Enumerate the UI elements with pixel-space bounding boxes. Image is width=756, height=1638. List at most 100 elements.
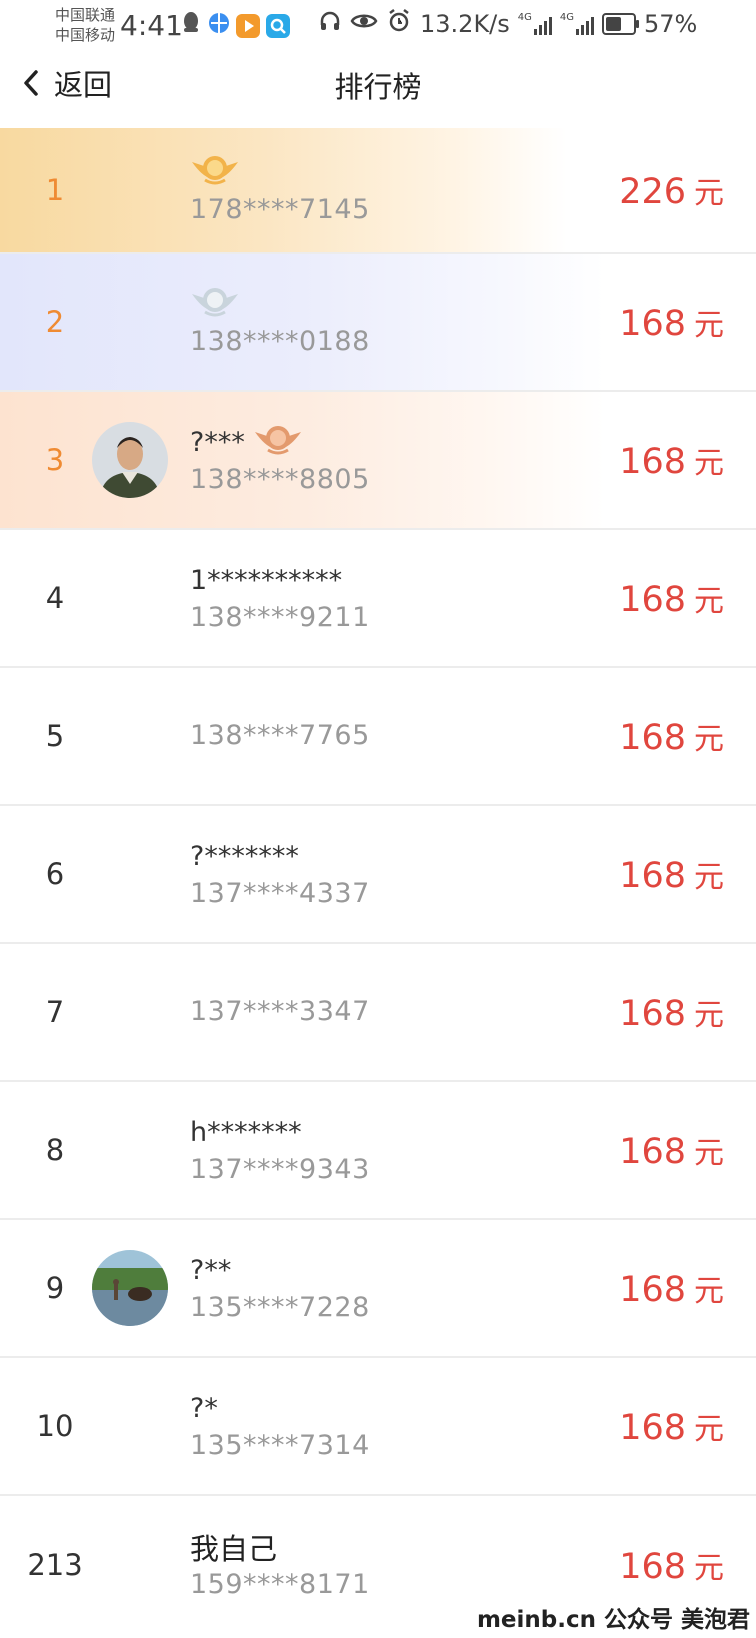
amount-unit: 元 (694, 1412, 724, 1447)
rank-number: 8 (45, 1133, 65, 1167)
amount-unit: 元 (694, 722, 724, 757)
amount-value: 168 (619, 718, 686, 758)
user-info: 138****7765 (190, 718, 370, 754)
phone-number: 138****8805 (190, 464, 370, 495)
phone-number: 138****7765 (190, 720, 370, 751)
rank-number: 213 (27, 1548, 83, 1582)
amount-value: 168 (619, 1270, 686, 1310)
name-line: h******* (190, 1112, 370, 1152)
status-bar: 中国联通 中国移动 4:41 13.2K/s 4G 4G 57% (0, 0, 756, 50)
amount-value: 168 (619, 856, 686, 896)
amount-unit: 元 (694, 176, 724, 211)
rank-number: 4 (45, 581, 65, 615)
user-info: h******* 137****9343 (190, 1112, 370, 1188)
notification-icons (180, 10, 290, 41)
user-info: 178****7145 (190, 152, 370, 228)
name-line: ?** (190, 1250, 370, 1290)
user-info: 1********** 138****9211 (190, 560, 370, 636)
amount-unit: 元 (694, 860, 724, 895)
rank-row[interactable]: 5 138****7765 168 元 (0, 668, 756, 806)
amount-value: 226 (619, 172, 686, 212)
net-type-1: 4G (517, 12, 532, 23)
silver-medal-icon (190, 284, 240, 325)
signal-2-icon: 4G (559, 12, 595, 35)
reward-amount: 168 元 (619, 714, 724, 758)
reward-amount: 168 元 (619, 438, 724, 482)
reward-amount: 226 元 (619, 168, 724, 212)
user-info: 我自己 159****8171 (190, 1527, 370, 1603)
phone-number: 135****7228 (190, 1292, 370, 1323)
rank-row[interactable]: 3 ?*** 138****8805 168 元 (0, 392, 756, 530)
browser-icon (208, 11, 230, 41)
page-title: 排行榜 (334, 70, 422, 104)
leaderboard-list: 1 178****7145 226 元 2 138****0188 168 元 3 ?*** 138… (0, 128, 756, 1634)
status-time: 4:41 (120, 9, 183, 42)
amount-value: 168 (619, 1547, 686, 1587)
headphones-icon (318, 9, 342, 39)
status-right: 13.2K/s 4G 4G 57% (318, 8, 697, 40)
net-type-2: 4G (559, 12, 575, 23)
rank-row[interactable]: 2 138****0188 168 元 (0, 254, 756, 392)
rank-row[interactable]: 6 ?******* 137****4337 168 元 (0, 806, 756, 944)
reward-amount: 168 元 (619, 300, 724, 344)
reward-amount: 168 元 (619, 1543, 724, 1587)
amount-value: 168 (619, 304, 686, 344)
amount-unit: 元 (694, 1551, 724, 1586)
net-speed: 13.2K/s (420, 10, 510, 38)
phone-number: 138****0188 (190, 326, 370, 357)
rank-number: 9 (45, 1271, 65, 1305)
rank-row[interactable]: 9 ?** 135****7228 168 元 (0, 1220, 756, 1358)
reward-amount: 168 元 (619, 1404, 724, 1448)
avatar (92, 422, 168, 498)
watermark: meinb.cn 公众号 美泡君 (476, 1607, 750, 1633)
amount-unit: 元 (694, 1136, 724, 1171)
name-line: ?*** (190, 422, 370, 462)
reward-amount: 168 元 (619, 1266, 724, 1310)
rank-row[interactable]: 8 h******* 137****9343 168 元 (0, 1082, 756, 1220)
amount-value: 168 (619, 442, 686, 482)
avatar (92, 1250, 168, 1326)
rank-row[interactable]: 7 137****3347 168 元 (0, 944, 756, 1082)
phone-number: 137****3347 (190, 996, 370, 1027)
rank-number: 6 (45, 857, 65, 891)
user-name: ?* (190, 1392, 218, 1424)
name-line (190, 284, 370, 324)
amount-unit: 元 (694, 308, 724, 343)
qq-icon (180, 10, 202, 41)
rank-row[interactable]: 10 ?* 135****7314 168 元 (0, 1358, 756, 1496)
user-info: ?******* 137****4337 (190, 836, 370, 912)
phone-number: 178****7145 (190, 194, 370, 225)
rank-row[interactable]: 4 1********** 138****9211 168 元 (0, 530, 756, 668)
amount-value: 168 (619, 580, 686, 620)
rank-number: 1 (45, 173, 65, 207)
user-info: ?*** 138****8805 (190, 422, 370, 498)
name-line (190, 152, 370, 192)
battery-icon (602, 13, 640, 35)
rank-number: 2 (45, 305, 65, 339)
alarm-icon (386, 8, 412, 40)
phone-number: 138****9211 (190, 602, 370, 633)
video-app-icon (236, 13, 260, 38)
name-line: ?* (190, 1388, 370, 1428)
rank-number: 3 (45, 443, 65, 477)
signal-1-icon: 4G (518, 13, 552, 35)
rank-number: 7 (45, 995, 65, 1029)
rank-row[interactable]: 1 178****7145 226 元 (0, 128, 756, 254)
bronze-medal-icon (253, 422, 303, 463)
reward-amount: 168 元 (619, 1128, 724, 1172)
gold-medal-icon (190, 152, 240, 193)
name-line: ?******* (190, 836, 370, 876)
user-info: 138****0188 (190, 284, 370, 360)
phone-number: 137****9343 (190, 1154, 370, 1185)
user-name: ?*** (190, 426, 245, 458)
name-line: 1********** (190, 560, 370, 600)
name-line: 我自己 (190, 1527, 370, 1567)
rank-number: 10 (36, 1409, 74, 1443)
user-name: 1********** (190, 564, 343, 596)
user-name: ?** (190, 1254, 232, 1286)
amount-unit: 元 (694, 584, 724, 619)
eye-icon (350, 10, 378, 38)
amount-unit: 元 (694, 998, 724, 1033)
reward-amount: 168 元 (619, 852, 724, 896)
phone-number: 159****8171 (190, 1569, 370, 1600)
